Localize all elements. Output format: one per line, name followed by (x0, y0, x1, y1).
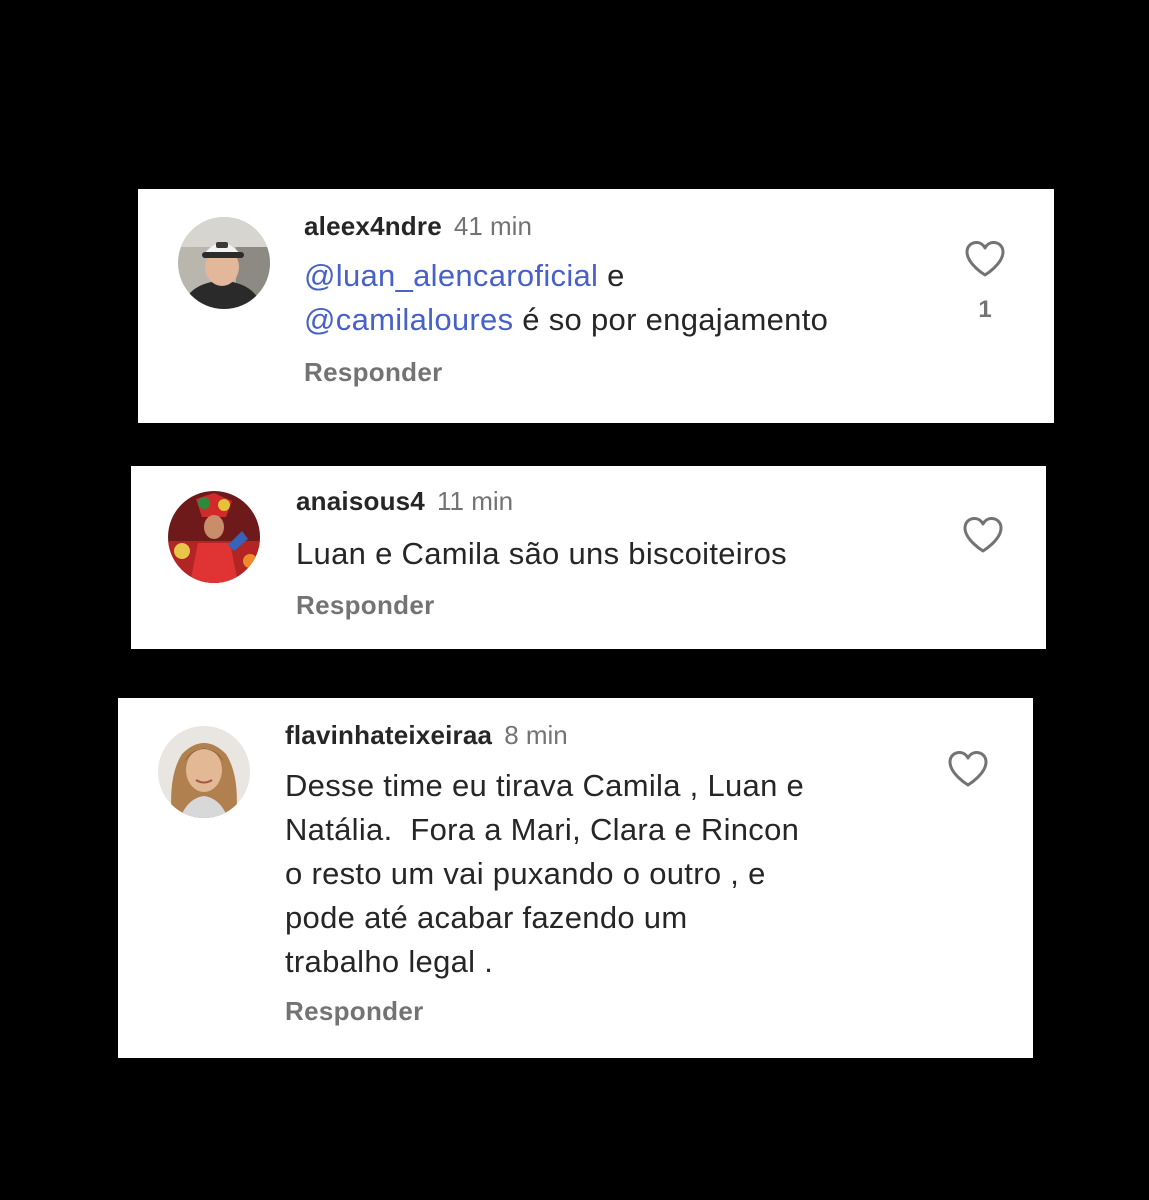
comment-header: flavinhateixeiraa 8 min (285, 722, 568, 748)
comment-text-fragment: é so por engajamento (513, 302, 829, 337)
like-button[interactable] (964, 240, 1006, 278)
avatar[interactable] (178, 217, 270, 309)
avatar-photo (178, 217, 270, 309)
comment-text-line: Natália. Fora a Mari, Clara e Rincon (285, 812, 800, 847)
comment-text-line: pode até acabar fazendo um (285, 900, 688, 935)
username[interactable]: aleex4ndre (304, 211, 442, 241)
comment-card: flavinhateixeiraa 8 min Desse time eu tir… (118, 698, 1033, 1058)
heart-outline-icon (948, 751, 988, 787)
comment-text-line: o resto um vai puxando o outro , e (285, 856, 766, 891)
comment-text-line: trabalho legal . (285, 944, 494, 979)
reply-button[interactable]: Responder (304, 357, 443, 388)
comment-text: Desse time eu tirava Camila , Luan e Nat… (285, 764, 925, 984)
username[interactable]: anaisous4 (296, 486, 425, 516)
mention-link[interactable]: @luan_alencaroficial (304, 258, 598, 293)
reply-button[interactable]: Responder (285, 996, 424, 1027)
like-button[interactable] (962, 516, 1004, 554)
comment-text: @luan_alencaroficial e @camilaloures é s… (304, 254, 964, 342)
comment-card: aleex4ndre 41 min @luan_alencaroficial e … (138, 189, 1054, 423)
like-button[interactable] (947, 750, 989, 788)
comment-header: aleex4ndre 41 min (304, 213, 532, 239)
reply-button[interactable]: Responder (296, 590, 435, 621)
like-count: 1 (978, 296, 992, 323)
comment-time: 11 min (436, 486, 514, 516)
username[interactable]: flavinhateixeiraa (285, 720, 492, 750)
comment-card: anaisous4 11 min Luan e Camila são uns bi… (131, 466, 1046, 649)
avatar[interactable] (168, 491, 260, 583)
comment-text-fragment: e (598, 258, 625, 293)
avatar-photo (168, 491, 260, 583)
comment-text: Luan e Camila são uns biscoiteiros (296, 536, 787, 571)
comment-text-line: Desse time eu tirava Camila , Luan e (285, 768, 805, 803)
comment-time: 8 min (504, 720, 568, 750)
heart-outline-icon (963, 517, 1003, 553)
avatar[interactable] (158, 726, 250, 818)
avatar-photo (158, 726, 250, 818)
comment-time: 41 min (453, 211, 532, 241)
heart-outline-icon (965, 241, 1005, 277)
mention-link[interactable]: @camilaloures (304, 302, 513, 337)
comment-header: anaisous4 11 min (296, 488, 513, 514)
